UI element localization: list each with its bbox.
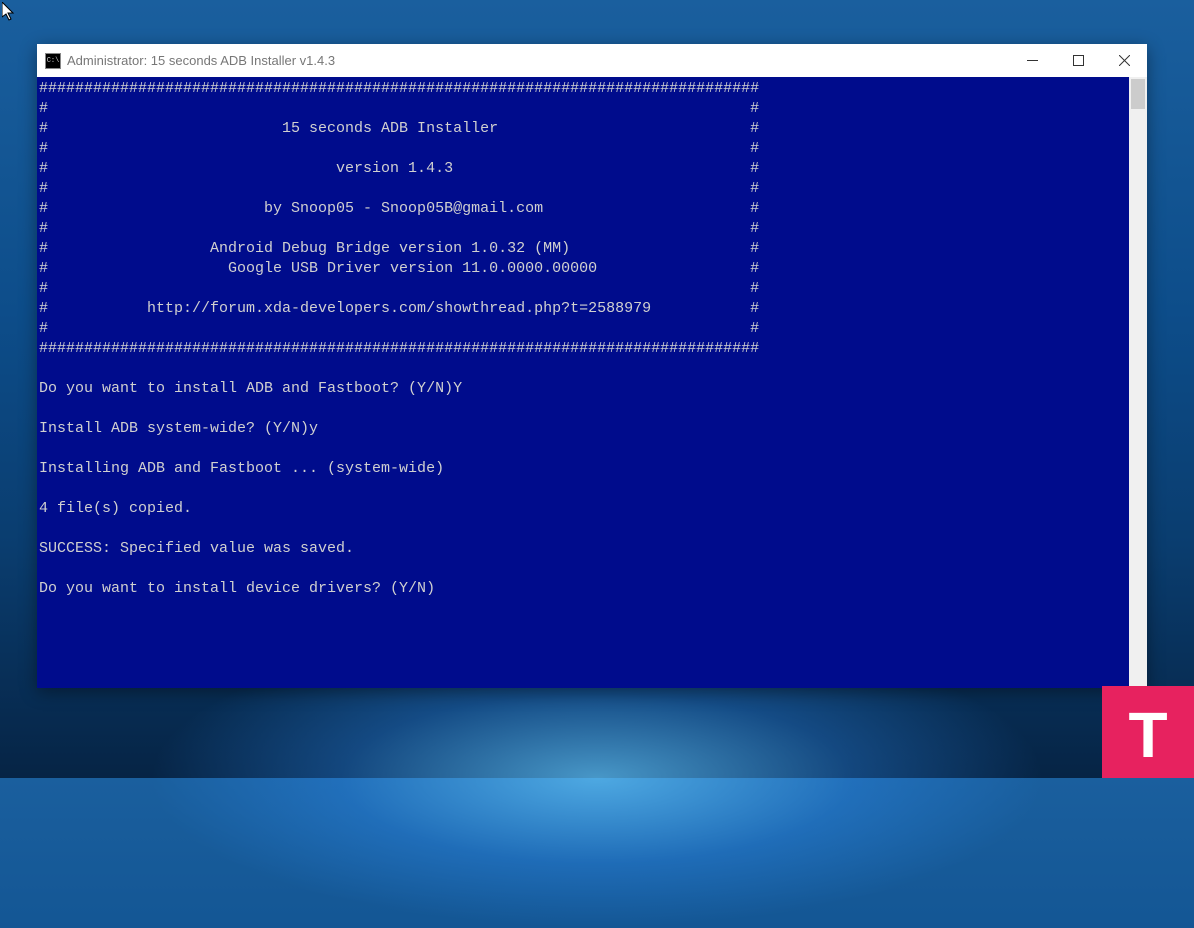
console-area: ########################################… xyxy=(37,77,1147,688)
watermark-badge: T xyxy=(1102,686,1194,778)
window-title: Administrator: 15 seconds ADB Installer … xyxy=(67,53,1009,68)
scrollbar-thumb[interactable] xyxy=(1131,79,1145,109)
vertical-scrollbar[interactable] xyxy=(1129,77,1147,688)
cursor-pointer-icon xyxy=(2,2,16,27)
maximize-button[interactable] xyxy=(1055,44,1101,77)
close-button[interactable] xyxy=(1101,44,1147,77)
window-controls xyxy=(1009,44,1147,77)
window-titlebar[interactable]: C:\ Administrator: 15 seconds ADB Instal… xyxy=(37,44,1147,77)
console-output[interactable]: ########################################… xyxy=(37,77,1129,688)
cmd-icon: C:\ xyxy=(45,53,61,69)
minimize-button[interactable] xyxy=(1009,44,1055,77)
command-prompt-window: C:\ Administrator: 15 seconds ADB Instal… xyxy=(37,44,1147,688)
